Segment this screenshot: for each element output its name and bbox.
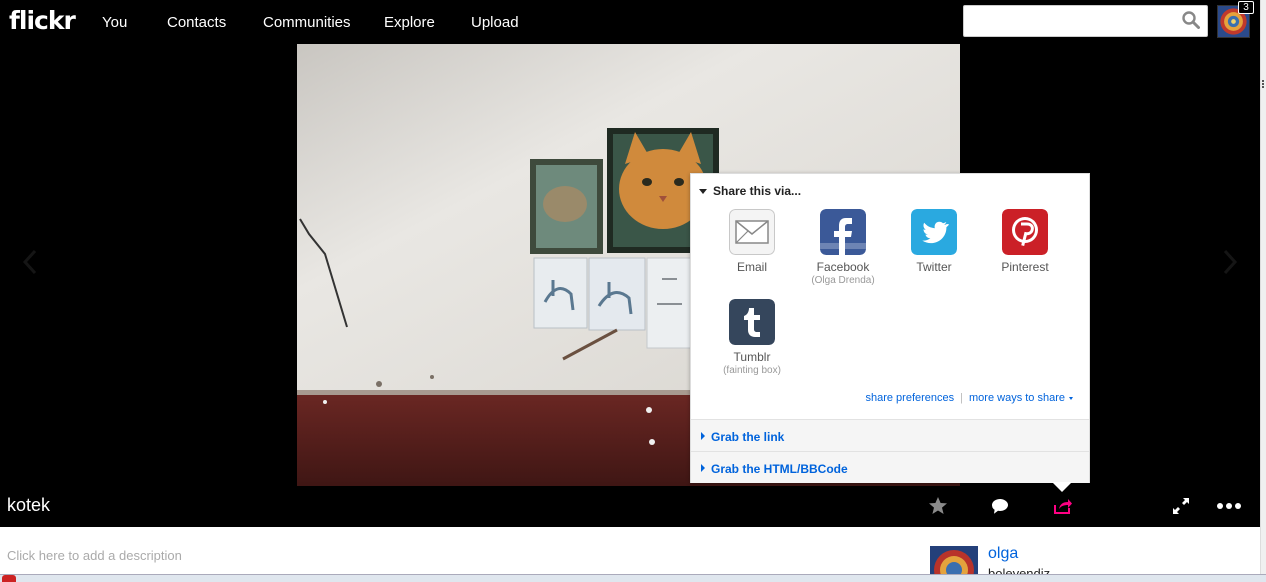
search-input[interactable] <box>970 12 1170 32</box>
grab-link-label: Grab the link <box>711 430 785 444</box>
share-heading[interactable]: Share this via... <box>699 184 801 198</box>
top-nav: flickr You Contacts Communities Explore … <box>0 0 1260 44</box>
share-tumblr-label: Tumblr <box>733 350 771 364</box>
dropdown-triangle-icon <box>1069 396 1073 400</box>
nav-communities[interactable]: Communities <box>263 14 351 31</box>
share-email-label: Email <box>736 260 767 274</box>
share-facebook-account: (Olga Drenda) <box>811 275 875 286</box>
share-icon[interactable] <box>1051 495 1073 517</box>
nav-upload[interactable]: Upload <box>471 14 519 31</box>
tumblr-icon <box>729 299 775 345</box>
facebook-icon <box>820 209 866 255</box>
more-options-icon[interactable] <box>1216 495 1242 517</box>
collapse-triangle-icon <box>699 189 707 195</box>
grab-link-row[interactable]: Grab the link <box>691 419 1089 451</box>
grab-html-label: Grab the HTML/BBCode <box>711 462 848 476</box>
email-icon <box>729 209 775 255</box>
share-email[interactable]: Email <box>706 209 798 274</box>
share-popup: Share this via... Email Facebook (Olga D… <box>690 173 1090 492</box>
previous-photo-arrow-icon[interactable] <box>22 249 38 275</box>
share-preferences-link[interactable]: share preferences <box>865 392 954 404</box>
photo-title[interactable]: kotek <box>7 495 50 516</box>
more-ways-to-share-label: more ways to share <box>969 392 1065 404</box>
add-description-prompt[interactable]: Click here to add a description <box>7 548 182 563</box>
next-photo-arrow-icon[interactable] <box>1222 249 1238 275</box>
browser-status-bar <box>0 574 1266 582</box>
fullscreen-icon[interactable] <box>1170 495 1192 517</box>
flickr-logo[interactable]: flickr <box>9 6 76 35</box>
pinterest-icon <box>1002 209 1048 255</box>
nav-you[interactable]: You <box>102 14 127 31</box>
scrollbar-grip[interactable] <box>1262 80 1264 88</box>
share-heading-label: Share this via... <box>713 184 802 198</box>
status-app-icon <box>2 575 16 582</box>
share-tumblr-account: (fainting box) <box>723 365 781 376</box>
share-pinterest[interactable]: Pinterest <box>979 209 1071 274</box>
comment-icon[interactable] <box>989 495 1011 517</box>
share-pinterest-label: Pinterest <box>1001 260 1049 274</box>
share-facebook-label: Facebook <box>816 260 870 274</box>
share-tumblr[interactable]: Tumblr (fainting box) <box>706 299 798 376</box>
expand-triangle-icon <box>701 432 705 440</box>
notification-badge[interactable]: 3 <box>1238 1 1254 14</box>
expand-triangle-icon <box>701 464 705 472</box>
search-box <box>963 5 1208 37</box>
share-twitter-label: Twitter <box>916 260 952 274</box>
nav-explore[interactable]: Explore <box>384 14 435 31</box>
more-ways-to-share-link[interactable]: more ways to share <box>969 392 1073 404</box>
twitter-icon <box>911 209 957 255</box>
link-separator: | <box>960 392 964 404</box>
grab-html-row[interactable]: Grab the HTML/BBCode <box>691 451 1089 483</box>
search-icon[interactable] <box>1182 11 1200 29</box>
owner-name[interactable]: olga <box>988 545 1018 563</box>
share-links: share preferences | more ways to share <box>865 392 1073 404</box>
nav-contacts[interactable]: Contacts <box>167 14 226 31</box>
share-twitter[interactable]: Twitter <box>888 209 980 274</box>
favorite-star-icon[interactable] <box>927 495 949 517</box>
share-facebook[interactable]: Facebook (Olga Drenda) <box>797 209 889 286</box>
